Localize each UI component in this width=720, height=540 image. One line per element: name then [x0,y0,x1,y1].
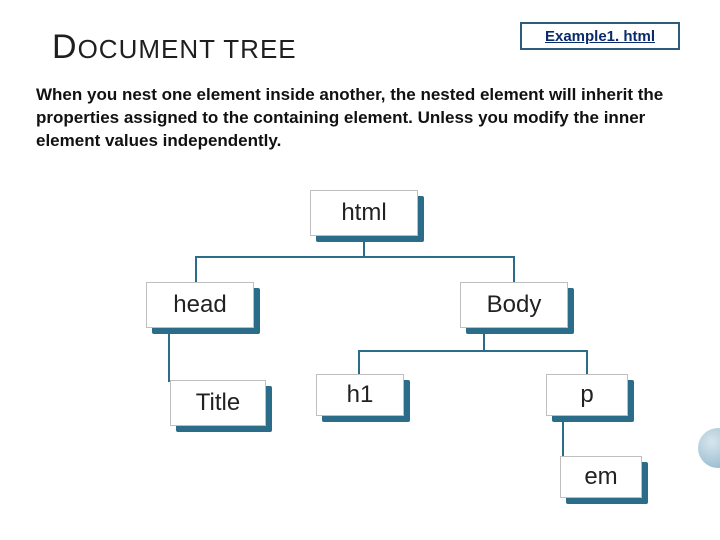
connector [168,328,170,380]
node-em: em [560,456,642,498]
connector [195,256,515,258]
node-h1: h1 [316,374,404,416]
node-body: Body [460,282,568,328]
connector [562,416,564,456]
title-rest: OCUMENT TREE [78,34,297,64]
node-label: Body [487,291,542,319]
node-html: html [310,190,418,236]
connector [195,256,197,282]
node-p: p [546,374,628,416]
node-title: Title [170,380,266,426]
connector [513,256,515,282]
connector [483,328,485,350]
node-label: em [584,463,617,491]
body-text: When you nest one element inside another… [36,84,676,153]
node-label: p [580,381,593,409]
tree-diagram: html head Body Title h1 [0,190,720,530]
connector [358,350,588,352]
connector [586,350,588,374]
title-caps: D [52,28,78,66]
node-head: head [146,282,254,328]
node-label: html [341,199,386,227]
slide-title: DOCUMENT TREE [52,28,297,67]
node-label: head [173,291,226,319]
connector [358,350,360,374]
connector [363,236,365,256]
node-label: Title [196,389,240,417]
example-link[interactable]: Example1. html [520,22,680,50]
slide: DOCUMENT TREE Example1. html When you ne… [0,0,720,540]
node-label: h1 [347,381,374,409]
example-link-label: Example1. html [545,28,655,45]
